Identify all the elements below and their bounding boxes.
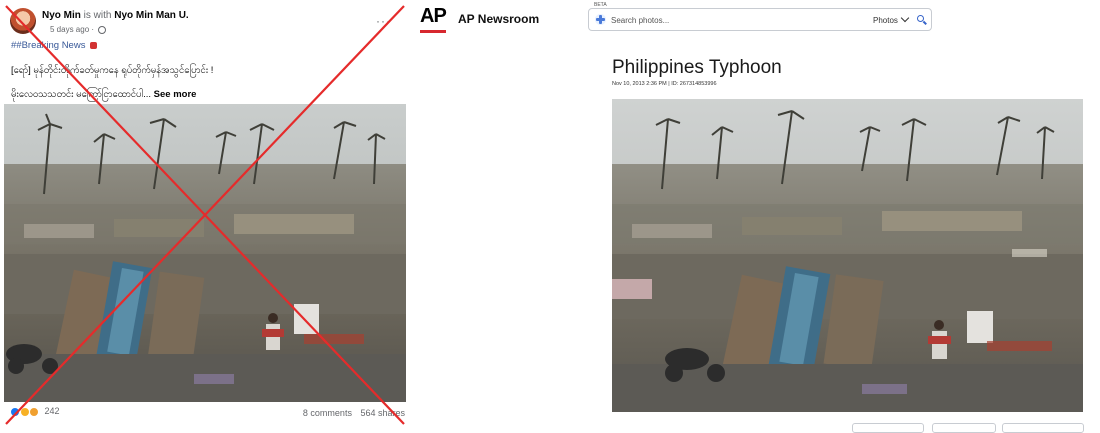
photo-meta: Nov 10, 2013 2:36 PM | ID: 267314853996 <box>612 81 717 87</box>
tagged-name[interactable]: Nyo Min Man U. <box>114 10 188 21</box>
search-scope-dropdown[interactable]: Photos <box>873 13 910 25</box>
post-author-line: Nyo Min is with Nyo Min Man U. <box>42 10 189 21</box>
see-more-link[interactable]: See more <box>154 89 197 100</box>
photo-title: Philippines Typhoon <box>612 57 782 78</box>
wow-icon <box>29 406 40 417</box>
reaction-count: 242 <box>44 406 60 416</box>
post-footer: 242 8 comments 564 shares <box>10 406 405 422</box>
post-body: မိုးလေဝသသတင်း မကြော်ငြာထောင်ပါ... See mo… <box>11 88 196 102</box>
action-button-2[interactable] <box>932 423 996 433</box>
search-icon[interactable] <box>917 15 924 22</box>
ap-logo[interactable]: AP <box>420 5 447 28</box>
ap-photo[interactable] <box>612 99 1083 412</box>
scope-label: Photos <box>873 16 898 25</box>
post-timestamp: 5 days ago · <box>50 25 107 34</box>
red-flag-icon <box>90 41 98 49</box>
photo-id: ID: 267314853996 <box>671 81 717 87</box>
facebook-post: Nyo Min is with Nyo Min Man U. 5 days ag… <box>0 0 410 428</box>
ap-logo-underline <box>420 30 446 33</box>
haha-icon <box>19 406 30 417</box>
separator: · <box>91 25 95 34</box>
ap-header: AP AP Newsroom BETA Photos <box>412 0 1100 40</box>
globe-icon <box>98 25 107 34</box>
post-photo[interactable] <box>4 104 406 402</box>
avatar[interactable] <box>10 8 36 34</box>
author-name[interactable]: Nyo Min <box>42 10 81 21</box>
photo-date: Nov 10, 2013 2:36 PM <box>612 81 667 87</box>
ap-brand-name[interactable]: AP Newsroom <box>458 12 539 26</box>
ap-newsroom-page: AP AP Newsroom BETA Photos Philippines T… <box>412 0 1100 433</box>
post-headline: [ရော်] မုန်တိုင်းတိုက်ခတ်မှုကနေ ရုပ်တိုက… <box>11 65 214 76</box>
post-header: Nyo Min is with Nyo Min Man U. 5 days ag… <box>10 8 405 36</box>
hashtag-link[interactable]: ##Breaking News <box>11 40 85 51</box>
ai-sparkle-icon <box>595 14 606 25</box>
post-body-text: မိုးလေဝသသတင်း မကြော်ငြာထောင်ပါ... <box>11 89 152 100</box>
like-icon <box>10 406 20 417</box>
shares-link[interactable]: 564 shares <box>360 408 405 418</box>
reactions[interactable]: 242 <box>10 406 60 417</box>
more-options-icon[interactable]: ··· <box>376 14 391 28</box>
search-bar[interactable]: BETA Photos <box>588 2 932 31</box>
hashtag-line: ##Breaking News <box>11 40 98 51</box>
action-button-3[interactable] <box>1002 423 1084 433</box>
action-button-1[interactable] <box>852 423 924 433</box>
search-input[interactable] <box>611 13 851 27</box>
typhoon-debris-image <box>4 104 406 402</box>
comments-link[interactable]: 8 comments <box>303 408 352 418</box>
typhoon-debris-image <box>612 99 1083 412</box>
time-text[interactable]: 5 days ago <box>50 25 89 34</box>
beta-label: BETA <box>593 2 608 8</box>
chevron-down-icon <box>900 13 910 23</box>
engagement-counts: 8 comments 564 shares <box>303 408 405 418</box>
with-text: is with <box>83 10 112 21</box>
